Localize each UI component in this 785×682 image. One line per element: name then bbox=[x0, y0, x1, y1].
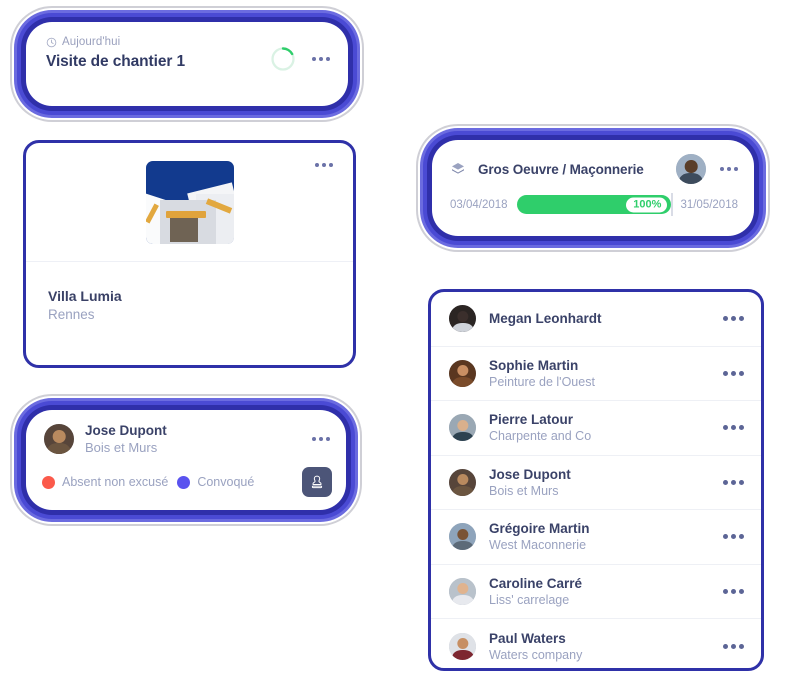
more-options-icon[interactable] bbox=[723, 425, 744, 431]
person-company: Bois et Murs bbox=[489, 483, 559, 498]
today-label: Aujourd'hui bbox=[62, 36, 121, 48]
villa-photo-area bbox=[26, 143, 353, 262]
person-name: Jose Dupont bbox=[85, 423, 167, 438]
person-company: West Maconnerie bbox=[489, 538, 587, 553]
legend-dot-red bbox=[42, 475, 55, 489]
person-company: Bois et Murs bbox=[85, 440, 158, 455]
more-options-icon[interactable] bbox=[720, 167, 738, 171]
person-company: Liss' carrelage bbox=[489, 592, 570, 607]
progress-percent-label: 100% bbox=[626, 197, 668, 212]
more-options-icon[interactable] bbox=[723, 588, 744, 594]
task-title: Gros Oeuvre / Maçonnerie bbox=[478, 161, 644, 177]
clock-icon bbox=[46, 37, 57, 47]
villa-photo bbox=[145, 161, 234, 244]
person-name: Grégoire Martin bbox=[489, 521, 590, 537]
legend-dot-blue bbox=[177, 475, 191, 489]
more-options-icon[interactable] bbox=[312, 437, 330, 441]
villa-name: Villa Lumia bbox=[48, 288, 122, 304]
avatar[interactable] bbox=[449, 359, 476, 387]
visite-chantier-card[interactable]: Aujourd'hui Visite de chantier 1 bbox=[26, 22, 348, 106]
more-options-icon[interactable] bbox=[723, 534, 744, 540]
list-item[interactable]: Pierre Latour Charpente and Co bbox=[431, 401, 761, 456]
more-options-icon[interactable] bbox=[312, 57, 330, 61]
person-name: Paul Waters bbox=[489, 630, 566, 646]
villa-lumia-card[interactable]: Villa Lumia Rennes bbox=[23, 140, 356, 368]
jose-dupont-attendance-card[interactable]: Jose Dupont Bois et Murs Absent non excu… bbox=[26, 410, 346, 510]
avatar[interactable] bbox=[449, 632, 476, 660]
avatar[interactable] bbox=[449, 305, 476, 333]
list-item[interactable]: Sophie Martin Peinture de l'Ouest bbox=[431, 347, 761, 401]
progress-ring-icon bbox=[271, 47, 295, 71]
start-date: 03/04/2018 bbox=[450, 198, 508, 211]
gros-oeuvre-task-card[interactable]: Gros Oeuvre / Maçonnerie 03/04/2018 100%… bbox=[432, 140, 754, 236]
list-item[interactable]: Jose Dupont Bois et Murs bbox=[431, 456, 761, 510]
legend-label: Absent non excusé bbox=[62, 475, 169, 489]
person-name: Megan Leonhardt bbox=[489, 311, 602, 327]
avatar[interactable] bbox=[676, 154, 706, 184]
avatar[interactable] bbox=[449, 577, 476, 605]
person-name: Sophie Martin bbox=[489, 357, 579, 373]
avatar[interactable] bbox=[449, 468, 476, 496]
visit-title: Visite de chantier 1 bbox=[46, 53, 185, 70]
screen: Aujourd'hui Visite de chantier 1 Villa L… bbox=[0, 0, 785, 682]
more-options-icon[interactable] bbox=[315, 163, 333, 167]
person-company: Charpente and Co bbox=[489, 429, 592, 444]
more-options-icon[interactable] bbox=[723, 370, 744, 376]
person-company: Peinture de l'Ouest bbox=[489, 374, 595, 389]
bar-end-marker bbox=[671, 193, 674, 216]
list-item[interactable]: Grégoire Martin West Maconnerie bbox=[431, 510, 761, 565]
avatar[interactable] bbox=[449, 523, 476, 551]
end-date: 31/05/2018 bbox=[680, 198, 738, 211]
list-item[interactable]: Paul Waters Waters company bbox=[431, 619, 761, 674]
card-meta: Aujourd'hui bbox=[46, 36, 185, 48]
stamp-action-button[interactable] bbox=[302, 467, 332, 497]
layers-cube-icon bbox=[452, 163, 464, 174]
avatar[interactable] bbox=[449, 414, 476, 442]
legend-item-absent: Absent non excusé bbox=[42, 475, 168, 489]
villa-location: Rennes bbox=[48, 307, 95, 322]
more-options-icon[interactable] bbox=[723, 316, 744, 322]
legend-label: Convoqué bbox=[197, 475, 255, 489]
legend-item-convoque: Convoqué bbox=[177, 475, 254, 489]
person-name: Pierre Latour bbox=[489, 412, 574, 428]
person-name: Jose Dupont bbox=[489, 466, 571, 482]
list-item[interactable]: Caroline Carré Liss' carrelage bbox=[431, 565, 761, 619]
list-item[interactable]: Megan Leonhardt bbox=[431, 292, 761, 347]
more-options-icon[interactable] bbox=[723, 643, 744, 649]
person-company: Waters company bbox=[489, 647, 583, 662]
person-name: Caroline Carré bbox=[489, 575, 583, 591]
more-options-icon[interactable] bbox=[723, 479, 744, 485]
progress-bar[interactable]: 100% bbox=[516, 193, 674, 216]
avatar[interactable] bbox=[44, 424, 74, 454]
contacts-list-card: Megan Leonhardt Sophie Martin Peinture de … bbox=[428, 289, 764, 671]
stamp-pen-icon bbox=[311, 475, 323, 489]
